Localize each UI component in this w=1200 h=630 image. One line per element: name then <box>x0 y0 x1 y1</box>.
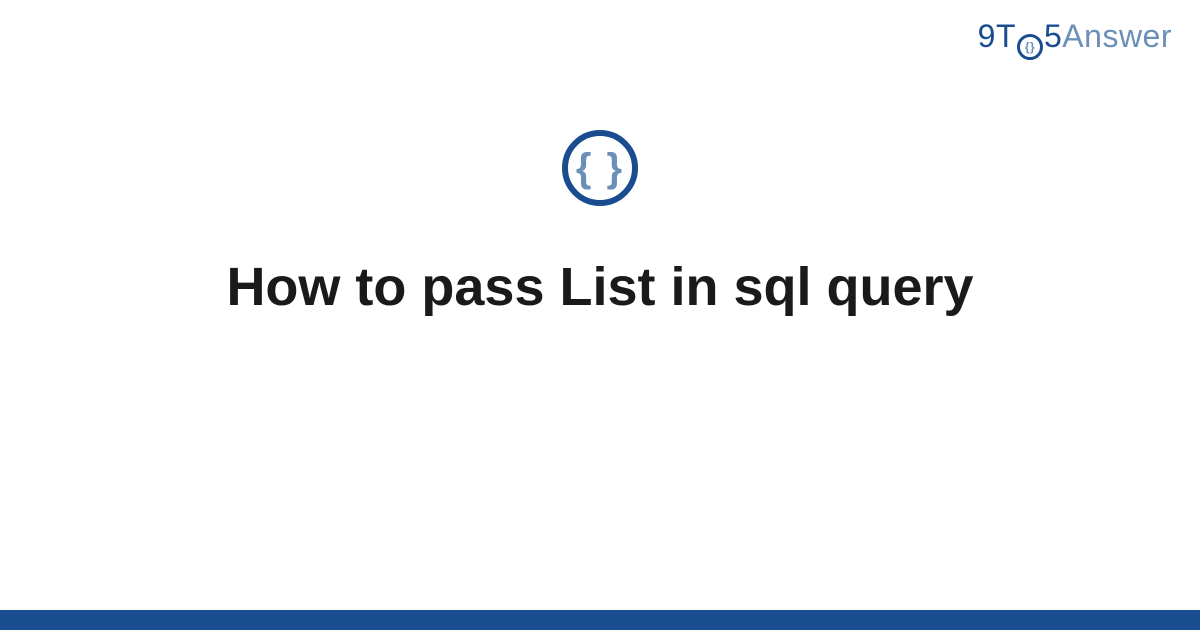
logo-text-5: 5 <box>1044 18 1062 55</box>
page-title: How to pass List in sql query <box>226 254 973 322</box>
logo-o-icon: {} <box>1017 34 1043 60</box>
site-logo: 9T {} 5 Answer <box>978 18 1172 56</box>
category-icon: { } <box>562 130 638 206</box>
main-content: { } How to pass List in sql query <box>0 130 1200 322</box>
logo-text-9t: 9T <box>978 18 1016 55</box>
bottom-accent-bar <box>0 610 1200 630</box>
logo-o-ring-icon: {} <box>1017 34 1043 60</box>
logo-o-braces-icon: {} <box>1025 41 1035 53</box>
logo-text-answer: Answer <box>1062 18 1172 55</box>
code-braces-icon: { } <box>576 148 624 188</box>
